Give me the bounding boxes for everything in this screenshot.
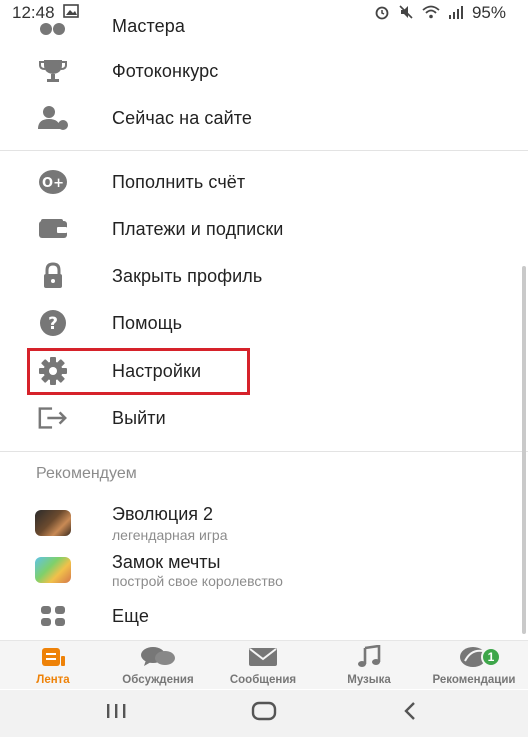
notification-badge: 1 <box>481 647 501 667</box>
menu-item-label: Закрыть профиль <box>112 265 263 286</box>
envelope-icon <box>248 644 278 670</box>
menu-item-top-up[interactable]: O+ Пополнить счёт <box>0 160 528 204</box>
menu-item-help[interactable]: ? Помощь <box>0 301 528 345</box>
trophy-icon <box>37 55 69 87</box>
app-name: Эволюция 2 <box>112 504 214 524</box>
app-name: Замок мечты <box>112 552 221 572</box>
menu-item-label: Помощь <box>112 312 183 333</box>
app-subtitle: построй свое королевство <box>112 573 283 589</box>
tab-label: Музыка <box>347 674 391 686</box>
discussions-icon <box>140 644 176 670</box>
apps-grid-icon <box>37 600 69 632</box>
menu-item-online-now[interactable]: Сейчас на сайте <box>0 96 528 140</box>
menu-item-close-profile[interactable]: Закрыть профиль <box>0 254 528 298</box>
menu-item-label: Фотоконкурс <box>112 60 219 81</box>
menu-item-label: Пополнить счёт <box>112 171 246 192</box>
feed-icon <box>39 644 67 670</box>
tab-label: Сообщения <box>229 674 297 686</box>
back-chevron-icon <box>402 701 418 726</box>
wallet-icon <box>37 213 69 245</box>
menu-item-label: Мастера <box>112 15 185 36</box>
menu-item-photo-contest[interactable]: Фотоконкурс <box>0 49 528 93</box>
menu-item-masters[interactable]: Мастера <box>0 4 528 48</box>
scrollbar[interactable] <box>522 266 526 634</box>
menu-item-payments[interactable]: Платежи и подписки <box>0 207 528 251</box>
menu-divider <box>0 150 528 151</box>
help-icon: ? <box>37 307 69 339</box>
settings-highlight-frame <box>27 348 250 395</box>
svg-text:?: ? <box>48 314 58 334</box>
top-up-icon: O+ <box>37 166 69 198</box>
back-button[interactable] <box>370 690 450 737</box>
menu-item-label: Сейчас на сайте <box>112 107 253 128</box>
tab-label: Обсуждения <box>122 674 194 686</box>
menu-divider <box>0 451 528 452</box>
menu-item-label: Еще <box>112 605 149 626</box>
online-users-icon <box>37 102 69 134</box>
tab-discussions[interactable]: Обсуждения <box>105 641 211 690</box>
system-navigation-bar <box>0 690 528 737</box>
music-note-icon <box>357 644 381 670</box>
tab-messages[interactable]: Сообщения <box>210 641 316 690</box>
recommended-app-evolution[interactable]: Эволюция 2 легендарная игра <box>0 503 528 547</box>
tab-label: Лента <box>36 674 70 686</box>
app-subtitle: легендарная игра <box>112 527 228 543</box>
menu-item-logout[interactable]: Выйти <box>0 396 528 440</box>
menu-item-label: Выйти <box>112 407 166 428</box>
app-thumbnail <box>35 510 71 536</box>
recommended-app-dream-castle[interactable]: Замок мечты построй свое королевство <box>0 551 528 595</box>
home-icon <box>251 701 277 726</box>
tab-recommendations[interactable]: 1 Рекомендации <box>421 641 527 690</box>
bottom-tab-bar: Лента Обсуждения Сообщения Музыка 1 Реко… <box>0 640 528 689</box>
home-button[interactable] <box>224 690 304 737</box>
menu-item-label: Платежи и подписки <box>112 218 284 239</box>
recommended-section-title: Рекомендуем <box>36 465 137 482</box>
recent-apps-button[interactable] <box>76 690 156 737</box>
masters-icon <box>37 10 69 42</box>
tab-feed[interactable]: Лента <box>0 641 106 690</box>
tab-music[interactable]: Музыка <box>316 641 422 690</box>
recent-apps-icon <box>105 703 127 724</box>
menu-item-more[interactable]: Еще <box>0 594 528 638</box>
tab-label: Рекомендации <box>432 674 516 686</box>
svg-text:O+: O+ <box>42 176 64 191</box>
app-thumbnail <box>35 557 71 583</box>
lock-icon <box>37 260 69 292</box>
logout-icon <box>37 402 69 434</box>
